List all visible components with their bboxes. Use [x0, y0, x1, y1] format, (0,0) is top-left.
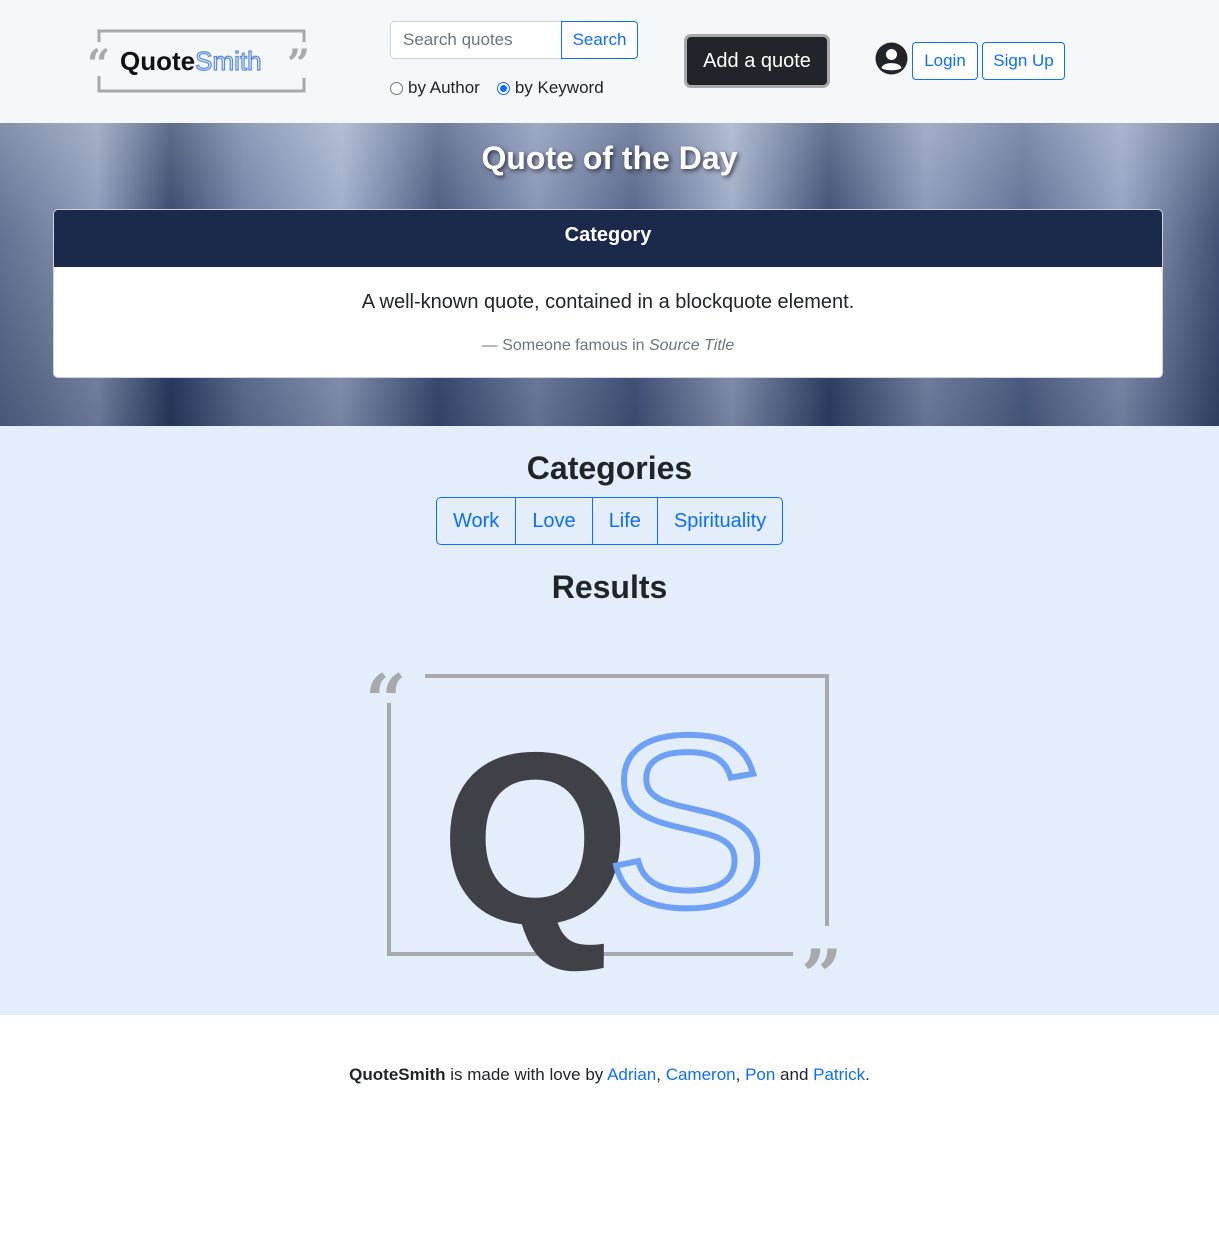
logo-brand-quote: Quote — [120, 46, 195, 76]
svg-text:QuoteSmith: QuoteSmith — [120, 46, 262, 76]
footer-credits: QuoteSmith is made with love by Adrian, … — [0, 1065, 1219, 1085]
radio-by-keyword-label: by Keyword — [514, 78, 604, 97]
signup-button[interactable]: Sign Up — [982, 42, 1065, 80]
top-header: “ ” QuoteSmith Search by Author by Keywo… — [0, 0, 1219, 123]
logo-letter-q: Q — [440, 701, 631, 973]
footer-separator: , — [735, 1065, 746, 1084]
category-spirituality-button[interactable]: Spirituality — [658, 498, 782, 544]
logo-letter-s: S — [605, 684, 768, 958]
radio-by-keyword[interactable]: by Keyword — [496, 78, 604, 98]
quotesmith-logo[interactable]: “ ” QuoteSmith — [85, 28, 320, 94]
user-circle-icon[interactable] — [875, 42, 908, 75]
category-life-button[interactable]: Life — [593, 498, 658, 544]
footer-made-text: is made with love by — [445, 1065, 608, 1084]
open-quote-mark-icon: “ — [365, 658, 406, 743]
page-footer: QuoteSmith is made with love by Adrian, … — [0, 1015, 1219, 1260]
category-button-group: Work Love Life Spirituality — [436, 497, 784, 545]
radio-by-keyword-circle[interactable] — [496, 81, 510, 95]
attribution-author: — Someone famous in — [481, 337, 649, 354]
category-love-button[interactable]: Love — [516, 498, 593, 544]
footer-brand: QuoteSmith — [349, 1065, 446, 1084]
radio-by-author-label: by Author — [408, 78, 480, 97]
hero-title: Quote of the Day — [481, 140, 738, 176]
svg-text:“: “ — [87, 41, 110, 88]
quote-attribution: — Someone famous in Source Title — [54, 337, 1162, 355]
add-quote-button[interactable]: Add a quote — [684, 34, 830, 88]
author-link-pon[interactable]: Pon — [745, 1065, 775, 1084]
quote-of-the-day-card: Category A well-known quote, contained i… — [53, 209, 1163, 378]
footer-and: and — [775, 1065, 814, 1084]
category-work-button[interactable]: Work — [437, 498, 517, 544]
footer-period: . — [865, 1065, 870, 1084]
categories-title: Categories — [526, 450, 693, 486]
footer-separator: , — [656, 1065, 666, 1084]
quote-text: A well-known quote, contained in a block… — [361, 291, 855, 313]
qs-logo: “ ” Q S — [365, 658, 842, 973]
attribution-source: Source Title — [648, 337, 735, 354]
author-link-patrick[interactable]: Patrick — [813, 1065, 865, 1084]
author-link-adrian[interactable]: Adrian — [607, 1065, 656, 1084]
radio-by-author-circle[interactable] — [390, 81, 403, 95]
quote-category: Category — [54, 210, 1162, 267]
close-quote-mark-icon: ” — [801, 933, 842, 973]
results-title: Results — [551, 569, 668, 605]
search-mode-group: by Author by Keyword — [390, 77, 621, 99]
radio-by-author[interactable]: by Author — [390, 78, 480, 98]
svg-text:”: ” — [287, 41, 310, 88]
search-button[interactable]: Search — [561, 21, 638, 59]
login-button[interactable]: Login — [912, 42, 978, 80]
author-link-cameron[interactable]: Cameron — [666, 1065, 736, 1084]
search-input[interactable] — [390, 21, 562, 59]
logo-brand-smith: Smith — [195, 46, 261, 76]
